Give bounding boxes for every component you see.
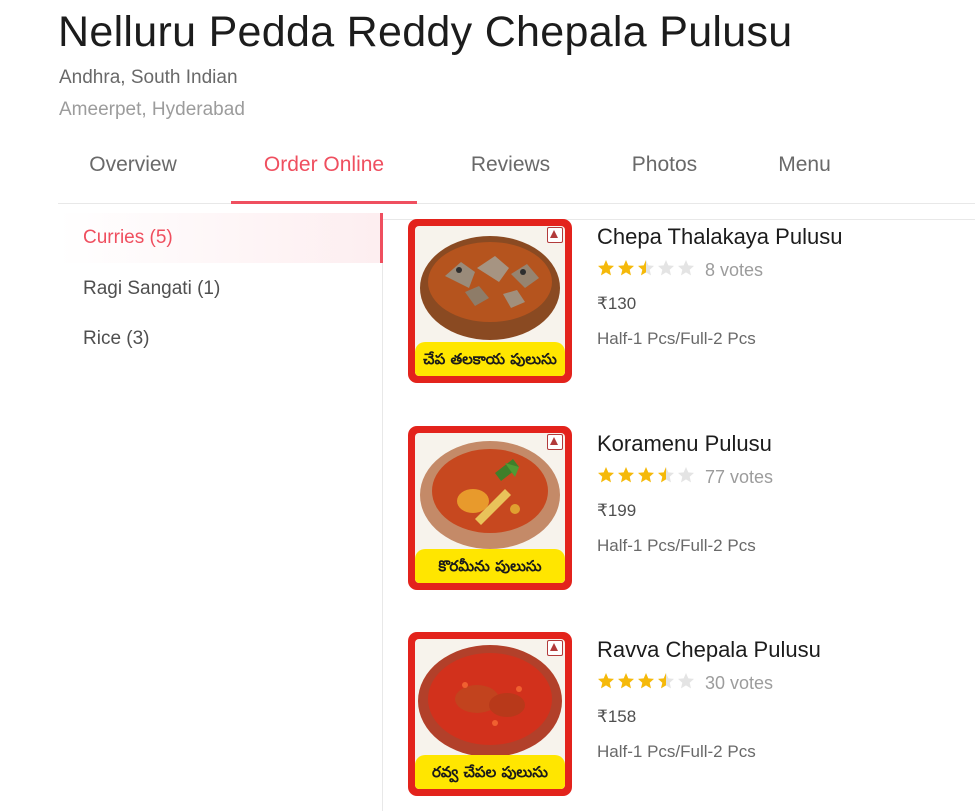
non-veg-icon (547, 640, 563, 656)
dish-price: ₹130 (597, 294, 637, 313)
star-icon (618, 260, 634, 276)
tab-bar: Overview Order Online Reviews Photos Men… (58, 140, 975, 204)
star-icon (638, 260, 654, 276)
dish-description: Half-1 Pcs/Full-2 Pcs (597, 742, 756, 761)
tab-reviews[interactable]: Reviews (440, 140, 581, 204)
star-icon (678, 673, 694, 689)
tab-menu[interactable]: Menu (752, 140, 857, 204)
dish-image-caption: రవ్వ చేపల పులుసు (415, 755, 565, 789)
rating-stars (597, 259, 697, 279)
dish-image-caption: చేప తలకాయ పులుసు (415, 342, 565, 376)
dish-image-caption: కొరమీను పులుసు (415, 549, 565, 583)
star-icon (598, 467, 614, 483)
star-icon (678, 467, 694, 483)
star-icon (658, 467, 674, 483)
tab-photos[interactable]: Photos (601, 140, 728, 204)
rating-stars (597, 466, 697, 486)
star-icon (678, 260, 694, 276)
dish-price: ₹158 (597, 707, 637, 726)
rating-stars (597, 672, 697, 692)
vote-count: 30 votes (705, 673, 774, 693)
star-icon (658, 673, 674, 689)
non-veg-icon (547, 227, 563, 243)
category-rice[interactable]: Rice (3) (58, 314, 383, 364)
dish-image[interactable]: రవ్వ చేపల పులుసు (408, 632, 572, 796)
category-ragi-sangati[interactable]: Ragi Sangati (1) (58, 264, 383, 314)
dish-item[interactable]: చేప తలకాయ పులుసు Chepa Thalakaya Pulusu … (408, 219, 975, 389)
star-icon (618, 673, 634, 689)
cuisines[interactable]: Andhra, South Indian (59, 67, 238, 89)
dish-name: Koramenu Pulusu (597, 431, 772, 456)
locality[interactable]: Ameerpet, Hyderabad (59, 99, 245, 121)
dish-name: Ravva Chepala Pulusu (597, 637, 821, 662)
dish-name: Chepa Thalakaya Pulusu (597, 224, 843, 249)
star-icon (618, 467, 634, 483)
vote-count: 77 votes (705, 467, 774, 487)
tab-overview[interactable]: Overview (58, 140, 208, 204)
dish-item[interactable]: కొరమీను పులుసు Koramenu Pulusu 77 votes … (408, 426, 975, 596)
dish-description: Half-1 Pcs/Full-2 Pcs (597, 536, 756, 555)
dish-item[interactable]: రవ్వ చేపల పులుసు Ravva Chepala Pulusu 30… (408, 632, 975, 802)
non-veg-icon (547, 434, 563, 450)
vote-count: 8 votes (705, 260, 764, 280)
dish-image[interactable]: కొరమీను పులుసు (408, 426, 572, 590)
star-icon (658, 260, 674, 276)
star-icon (638, 673, 654, 689)
dish-image[interactable]: చేప తలకాయ పులుసు (408, 219, 572, 383)
dish-description: Half-1 Pcs/Full-2 Pcs (597, 329, 756, 348)
tab-order-online[interactable]: Order Online (231, 140, 417, 204)
dish-price: ₹199 (597, 501, 637, 520)
star-icon (598, 260, 614, 276)
category-sidebar: Curries (5) Ragi Sangati (1) Rice (3) (58, 213, 383, 811)
restaurant-name: Nelluru Pedda Reddy Chepala Pulusu (58, 8, 793, 56)
star-icon (598, 673, 614, 689)
star-icon (638, 467, 654, 483)
category-curries[interactable]: Curries (5) (58, 213, 383, 263)
